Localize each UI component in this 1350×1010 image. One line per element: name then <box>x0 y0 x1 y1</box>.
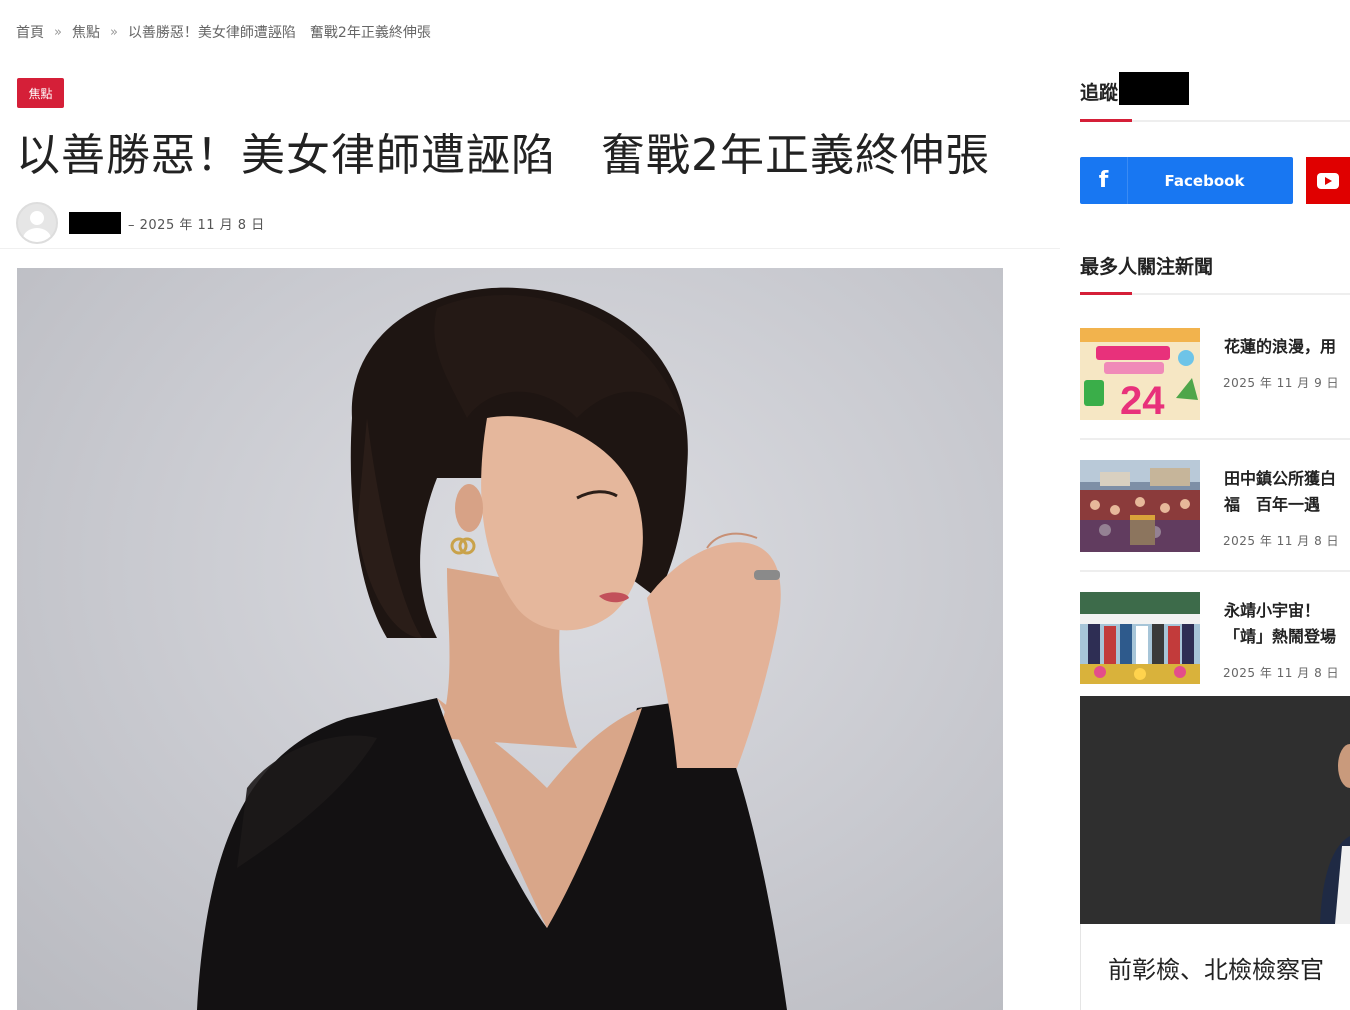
news-title[interactable]: 永靖小宇宙！「靖」熱鬧登場 <box>1224 598 1350 650</box>
article-date: – 2025 年 11 月 8 日 <box>128 217 265 233</box>
facebook-button[interactable]: f Facebook <box>1080 157 1293 204</box>
breadcrumb-separator: » <box>54 24 62 40</box>
sidebar-follow-heading: 追蹤 <box>1080 82 1119 104</box>
facebook-label: Facebook <box>1164 171 1245 190</box>
article-meta: – 2025 年 11 月 8 日 <box>16 202 265 244</box>
breadcrumb-category-link[interactable]: 焦點 <box>72 22 100 42</box>
feature-news-card[interactable]: 前彰檢、北檢檢察官 <box>1080 696 1350 1010</box>
follow-heading-underline <box>1080 119 1350 122</box>
news-date: 2025 年 11 月 8 日 <box>1223 666 1340 680</box>
popular-heading-underline <box>1080 292 1350 295</box>
breadcrumb: 首頁 » 焦點 » 以善勝惡！美女律師遭誣陷 奮戰2年正義終伸張 <box>16 22 431 42</box>
svg-text:24: 24 <box>1120 379 1165 420</box>
news-title[interactable]: 田中鎮公所獲白福 百年一遇 <box>1224 466 1350 518</box>
popular-news-item[interactable]: 田中鎮公所獲白福 百年一遇 2025 年 11 月 8 日 <box>1080 460 1350 552</box>
page-title: 以善勝惡！美女律師遭誣陷 奮戰2年正義終伸張 <box>16 130 990 181</box>
sidebar-popular-heading: 最多人關注新聞 <box>1080 256 1214 278</box>
breadcrumb-separator: » <box>109 24 118 40</box>
news-thumbnail[interactable] <box>1080 460 1200 552</box>
news-divider <box>1080 438 1350 440</box>
author-name-redacted[interactable] <box>69 212 121 234</box>
article-hero-image <box>17 268 1003 1010</box>
header-divider <box>0 248 1060 249</box>
youtube-icon <box>1317 172 1339 189</box>
news-thumbnail[interactable] <box>1080 592 1200 684</box>
news-title[interactable]: 花蓮的浪漫，用 <box>1224 334 1350 360</box>
popular-news-item[interactable]: 24 花蓮的浪漫，用 2025 年 11 月 9 日 <box>1080 328 1350 420</box>
breadcrumb-home-link[interactable]: 首頁 <box>16 22 44 42</box>
news-date: 2025 年 11 月 9 日 <box>1223 376 1340 390</box>
youtube-button[interactable] <box>1306 157 1350 204</box>
facebook-icon: f <box>1080 157 1128 204</box>
news-divider <box>1080 570 1350 572</box>
news-thumbnail[interactable]: 24 <box>1080 328 1200 420</box>
feature-news-title[interactable]: 前彰檢、北檢檢察官 <box>1108 950 1324 985</box>
user-avatar-icon[interactable] <box>16 202 58 244</box>
popular-news-item[interactable]: 永靖小宇宙！「靖」熱鬧登場 2025 年 11 月 8 日 <box>1080 592 1350 684</box>
breadcrumb-current: 以善勝惡！美女律師遭誣陷 奮戰2年正義終伸張 <box>127 25 431 41</box>
category-badge[interactable]: 焦點 <box>17 78 64 108</box>
follow-heading-redacted <box>1119 72 1189 105</box>
news-date: 2025 年 11 月 8 日 <box>1223 534 1340 548</box>
feature-news-image[interactable] <box>1080 696 1350 924</box>
